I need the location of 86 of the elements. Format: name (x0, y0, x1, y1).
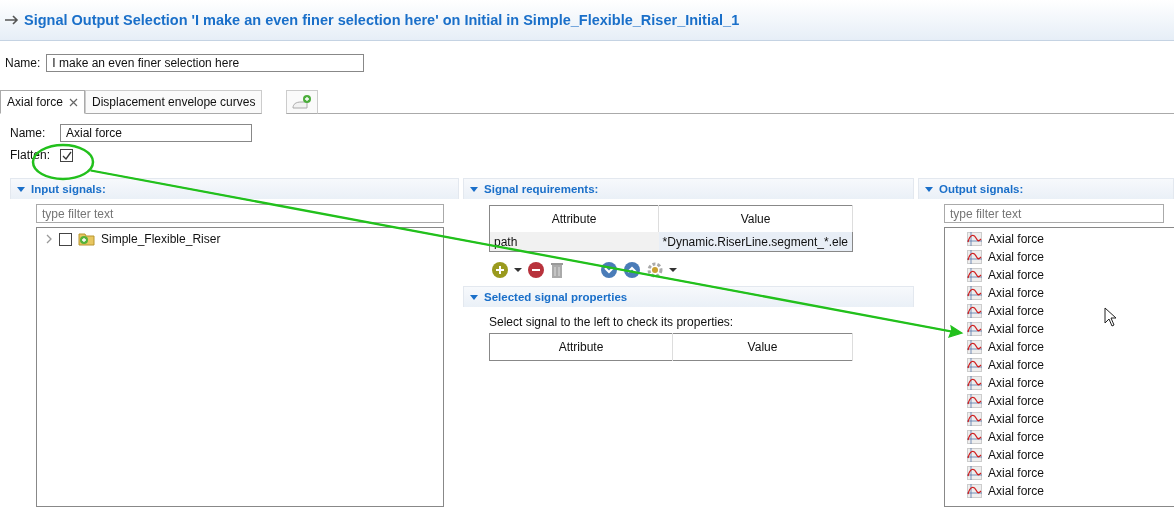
signal-curve-icon (967, 412, 982, 426)
list-label: Axial force (988, 412, 1045, 426)
column-header[interactable]: Value (672, 333, 853, 361)
name-label: Name: (10, 126, 47, 140)
signal-curve-icon (967, 286, 982, 300)
collapse-icon[interactable] (925, 186, 933, 192)
list-item[interactable]: Axial force (945, 284, 1174, 302)
gear-icon[interactable] (646, 261, 664, 279)
window-title: Signal Output Selection 'I make an even finer selection here' on Initial in Simple_Flexible_Riser_Initial_1 (24, 12, 740, 28)
list-item[interactable]: Axial force (945, 230, 1174, 248)
list-item[interactable]: Axial force (945, 320, 1174, 338)
list-label: Axial force (988, 322, 1045, 336)
tab[interactable]: Displacement envelope curves (85, 90, 263, 114)
flatten-checkbox[interactable] (60, 148, 73, 162)
signal-curve-icon (967, 322, 982, 336)
close-icon[interactable] (69, 97, 79, 107)
list-label: Axial force (988, 358, 1045, 372)
list-label: Axial force (988, 304, 1045, 318)
section-header[interactable]: Input signals: (10, 178, 459, 199)
signal-curve-icon (967, 268, 982, 282)
signal-curve-icon (967, 394, 982, 408)
list-item[interactable]: Axial force (945, 248, 1174, 266)
expand-icon[interactable] (45, 234, 53, 244)
tab[interactable]: Axial force (0, 90, 86, 114)
arrow-icon (4, 15, 20, 25)
list-label: Axial force (988, 376, 1045, 390)
section-header[interactable]: Output signals: (918, 178, 1174, 199)
signal-curve-icon (967, 250, 982, 264)
list-item[interactable]: Axial force (945, 446, 1174, 464)
list-label: Axial force (988, 394, 1045, 408)
list-label: Axial force (988, 484, 1045, 498)
add-tab-button[interactable] (286, 90, 319, 114)
signal-curve-icon (967, 484, 982, 498)
section-header[interactable]: Signal requirements: (463, 178, 914, 199)
section-header[interactable]: Selected signal properties (463, 286, 914, 307)
list-item[interactable]: Axial force (945, 482, 1174, 500)
name-label: Name: (5, 56, 41, 70)
list-label: Axial force (988, 232, 1045, 246)
list-label: Axial force (988, 340, 1045, 354)
signal-curve-icon (967, 376, 982, 390)
list-item[interactable]: Axial force (945, 374, 1174, 392)
tree-checkbox[interactable] (59, 232, 72, 246)
mouse-cursor-icon (1104, 307, 1117, 327)
signal-curve-icon (967, 466, 982, 480)
list-label: Axial force (988, 250, 1045, 264)
list-item[interactable]: Axial force (945, 356, 1174, 374)
signal-curve-icon (967, 304, 982, 318)
tree-label: Simple_Flexible_Riser (101, 232, 221, 246)
signal-curve-icon (967, 232, 982, 246)
add-icon[interactable] (491, 261, 509, 279)
list-item[interactable]: Axial force (945, 266, 1174, 284)
remove-icon[interactable] (527, 261, 545, 279)
add-tab-icon[interactable] (291, 94, 314, 110)
list-label: Axial force (988, 448, 1045, 462)
table-cell: *Dynamic.RiserLine.segment_*.ele (658, 232, 853, 252)
filter-field[interactable]: type filter text (944, 204, 1164, 223)
dropdown-caret-icon[interactable] (514, 267, 522, 273)
trash-icon[interactable] (550, 261, 564, 279)
tree-item[interactable]: Simple_Flexible_Riser (37, 230, 443, 248)
list-label: Axial force (988, 286, 1045, 300)
hint-text: Select signal to the left to check its properties: (489, 315, 735, 329)
list-item[interactable]: Axial force (945, 464, 1174, 482)
list-item[interactable]: Axial force (945, 410, 1174, 428)
name-field[interactable]: Axial force (60, 124, 252, 142)
list-item[interactable]: Axial force (945, 428, 1174, 446)
filter-field[interactable]: type filter text (36, 204, 444, 223)
list-label: Axial force (988, 268, 1045, 282)
list-item[interactable]: Axial force (945, 302, 1174, 320)
folder-icon (78, 232, 95, 246)
collapse-icon[interactable] (17, 186, 25, 192)
signal-curve-icon (967, 358, 982, 372)
tab-label: Displacement envelope curves (92, 95, 256, 109)
name-field[interactable]: I make an even finer selection here (46, 54, 365, 72)
signal-curve-icon (967, 340, 982, 354)
signal-curve-icon (967, 430, 982, 444)
list-item[interactable]: Axial force (945, 338, 1174, 356)
table-cell: path (489, 232, 659, 252)
list-item[interactable]: Axial force (945, 392, 1174, 410)
list-label: Axial force (988, 430, 1045, 444)
collapse-icon[interactable] (470, 294, 478, 300)
collapse-icon[interactable] (470, 186, 478, 192)
list-label: Axial force (988, 466, 1045, 480)
dropdown-caret-icon[interactable] (669, 267, 677, 273)
signal-curve-icon (967, 448, 982, 462)
column-header[interactable]: Attribute (489, 333, 673, 361)
tab-label: Axial force (7, 95, 64, 109)
